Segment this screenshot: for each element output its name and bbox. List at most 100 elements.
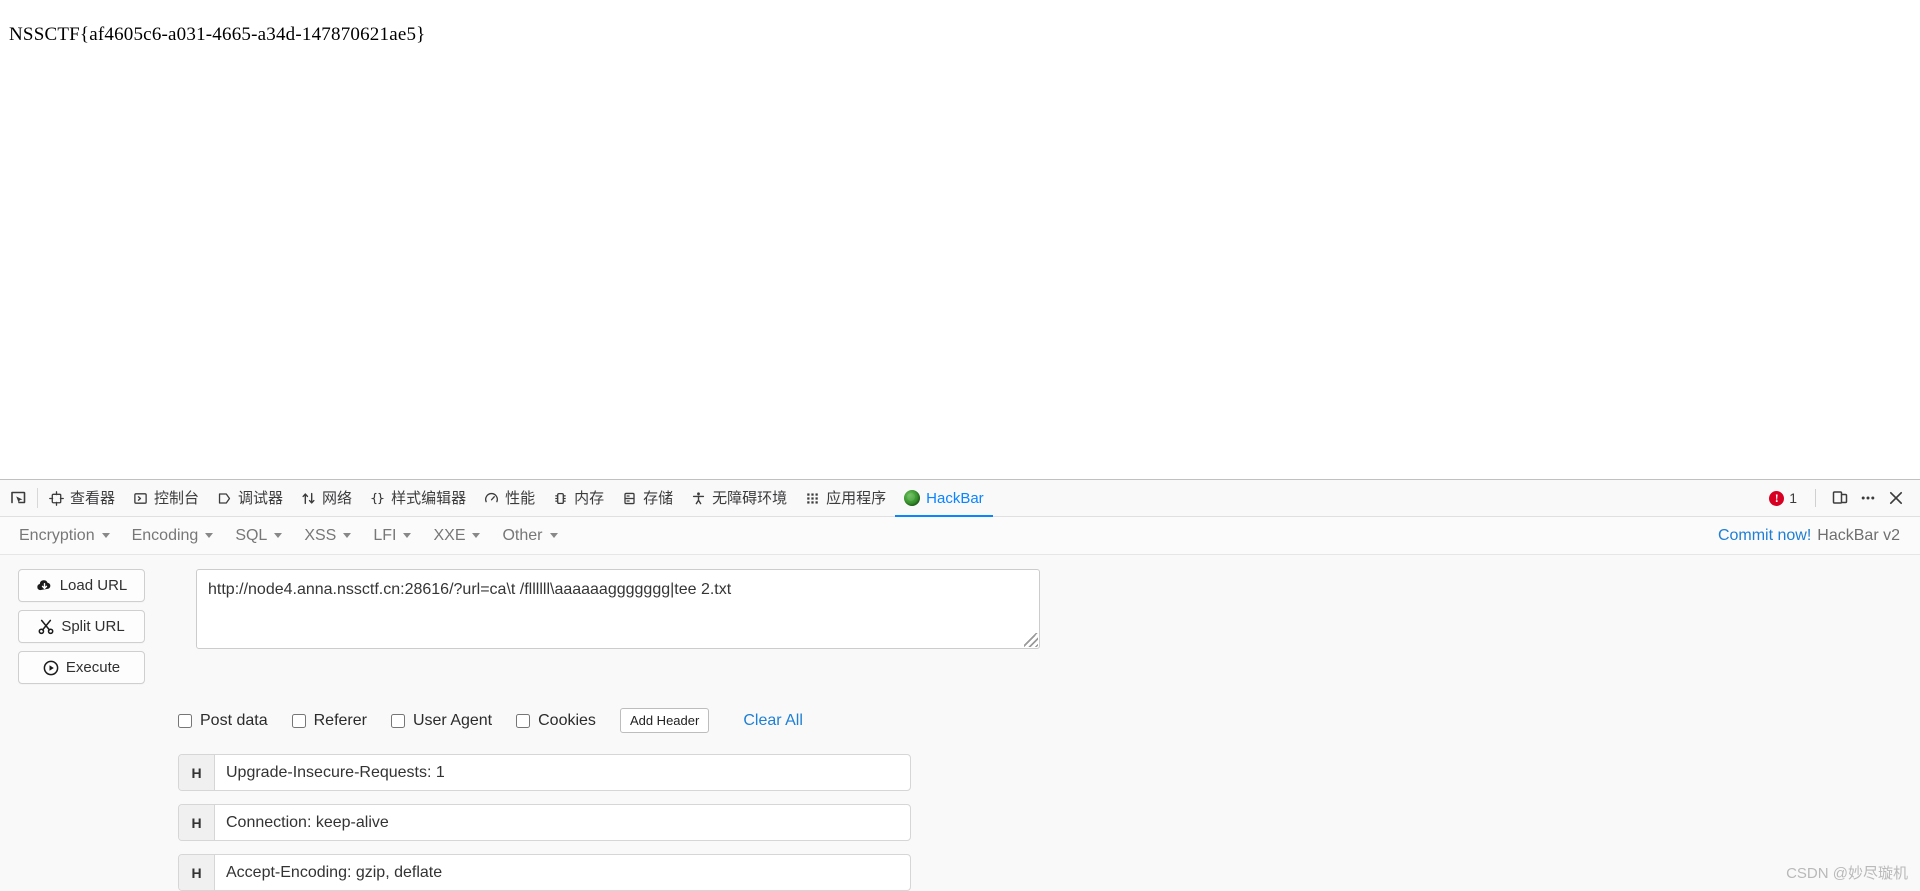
menu-label: XSS: [304, 526, 337, 544]
inspector-icon: [49, 490, 64, 506]
toolbar-divider: [1815, 489, 1816, 507]
menu-encoding[interactable]: Encoding: [121, 522, 225, 550]
header-row[interactable]: H Upgrade-Insecure-Requests: 1: [178, 754, 911, 791]
network-icon: [302, 492, 315, 504]
option-cookies[interactable]: Cookies: [516, 712, 596, 730]
browser-window: NSSCTF{af4605c6-a031-4665-a34d-147870621…: [0, 0, 1920, 891]
tab-label: 性能: [505, 489, 536, 507]
element-picker-icon: [10, 491, 25, 503]
option-label: User Agent: [412, 711, 493, 729]
hackbar-version-label: HackBar v2: [1817, 526, 1900, 544]
tab-label: 查看器: [70, 489, 116, 507]
option-referer[interactable]: Referer: [291, 711, 367, 730]
close-icon: [1889, 491, 1903, 505]
cookies-checkbox[interactable]: [516, 713, 531, 728]
referer-checkbox[interactable]: [291, 713, 306, 728]
menu-lfi[interactable]: LFI: [362, 522, 422, 550]
devtools-tab-strip: 查看器 控制台 调试器 网络 样式编辑器 性能 内存 存储 无障碍环境 应用程序…: [0, 480, 993, 517]
toolbar-divider: [37, 488, 38, 508]
storage-icon: [624, 492, 635, 504]
memory-icon: [555, 492, 566, 504]
user-agent-checkbox[interactable]: [390, 713, 405, 728]
cloud-download-icon: [37, 580, 51, 591]
option-label: Cookies: [538, 711, 596, 729]
tab-style-editor[interactable]: 样式编辑器: [361, 481, 475, 517]
option-label: Referer: [313, 711, 367, 729]
tab-performance[interactable]: 性能: [475, 481, 544, 517]
option-label: Post data: [200, 711, 268, 729]
menu-xxe[interactable]: XXE: [422, 522, 491, 550]
tab-inspector[interactable]: 查看器: [40, 481, 124, 517]
chevron-down-icon: [343, 533, 352, 538]
hackbar-url-section: Load URL Split URL Execute http://node4.…: [0, 569, 1920, 684]
menu-label: Other: [502, 526, 543, 544]
responsive-design-mode-button[interactable]: [1826, 485, 1854, 511]
menu-other[interactable]: Other: [491, 522, 568, 550]
hackbar-options-row: Post data Referer User Agent Cookies Add…: [0, 708, 1920, 733]
element-picker-button[interactable]: [0, 480, 36, 516]
tab-label: 无障碍环境: [712, 489, 788, 507]
tab-accessibility[interactable]: 无障碍环境: [682, 481, 796, 517]
tab-application[interactable]: 应用程序: [796, 481, 895, 517]
header-value[interactable]: Upgrade-Insecure-Requests: 1: [215, 755, 910, 790]
option-post-data[interactable]: Post data: [178, 712, 268, 730]
commit-now-link[interactable]: Commit now!: [1718, 527, 1811, 545]
menu-label: SQL: [235, 526, 268, 544]
header-row[interactable]: H Connection: keep-alive: [178, 804, 911, 841]
style-editor-icon: [370, 492, 385, 504]
load-url-button[interactable]: Load URL: [18, 569, 145, 602]
chevron-down-icon: [549, 533, 558, 538]
add-header-button[interactable]: Add Header: [619, 708, 710, 733]
menu-sql[interactable]: SQL: [224, 522, 293, 550]
hackbar-menubar: Encryption Encoding SQL XSS LFI XXE Othe…: [0, 517, 1920, 555]
menu-encryption[interactable]: Encryption: [8, 522, 121, 550]
tab-hackbar[interactable]: HackBar: [895, 481, 993, 517]
header-value[interactable]: Accept-Encoding: gzip, deflate: [215, 855, 910, 890]
menu-label: Encoding: [131, 526, 199, 544]
menu-label: XXE: [433, 526, 466, 544]
clear-all-link[interactable]: Clear All: [743, 712, 803, 730]
more-options-button[interactable]: [1854, 485, 1882, 511]
menu-label: Encryption: [19, 526, 95, 544]
tab-label: 内存: [574, 489, 605, 507]
performance-icon: [485, 492, 499, 502]
chevron-down-icon: [205, 533, 214, 538]
devtools-panel: 查看器 控制台 调试器 网络 样式编辑器 性能 内存 存储 无障碍环境 应用程序…: [0, 479, 1920, 891]
tab-memory[interactable]: 内存: [544, 481, 613, 517]
tab-label: 样式编辑器: [391, 489, 467, 507]
tab-debugger[interactable]: 调试器: [208, 481, 292, 517]
chevron-down-icon: [274, 533, 283, 538]
tab-label: 存储: [643, 489, 674, 507]
hackbar-body: Load URL Split URL Execute http://node4.…: [0, 555, 1920, 891]
menu-xss[interactable]: XSS: [293, 522, 362, 550]
application-icon: [807, 492, 818, 504]
header-row[interactable]: H Accept-Encoding: gzip, deflate: [178, 854, 911, 891]
option-user-agent[interactable]: User Agent: [390, 711, 493, 730]
hackbar-menubar-right: Commit now! HackBar v2: [1718, 527, 1912, 545]
scissors-icon: [38, 619, 54, 634]
hackbar-headers-list: H Upgrade-Insecure-Requests: 1 H Connect…: [0, 754, 1920, 891]
tab-label: 应用程序: [826, 489, 887, 507]
tab-network[interactable]: 网络: [292, 481, 361, 517]
devtools-toolbar: 查看器 控制台 调试器 网络 样式编辑器 性能 内存 存储 无障碍环境 应用程序…: [0, 480, 1920, 517]
split-url-button[interactable]: Split URL: [18, 610, 145, 643]
button-label: Load URL: [59, 577, 128, 594]
button-label: Execute: [65, 659, 121, 676]
url-input-wrapper: [196, 569, 1040, 649]
header-value[interactable]: Connection: keep-alive: [215, 805, 910, 840]
header-prefix-label: H: [179, 855, 215, 890]
chevron-down-icon: [403, 533, 412, 538]
accessibility-icon: [693, 491, 705, 504]
url-input[interactable]: [196, 569, 1040, 649]
tab-storage[interactable]: 存储: [613, 481, 682, 517]
header-prefix-label: H: [179, 755, 215, 790]
responsive-design-mode-icon: [1832, 491, 1848, 504]
error-count-badge[interactable]: ! 1: [1769, 490, 1797, 506]
execute-button[interactable]: Execute: [18, 651, 145, 684]
post-data-checkbox[interactable]: [178, 713, 192, 728]
close-devtools-button[interactable]: [1882, 485, 1910, 511]
debugger-icon: [218, 492, 231, 504]
hackbar-icon: [904, 490, 921, 506]
play-circle-icon: [43, 660, 59, 675]
tab-console[interactable]: 控制台: [124, 481, 208, 517]
